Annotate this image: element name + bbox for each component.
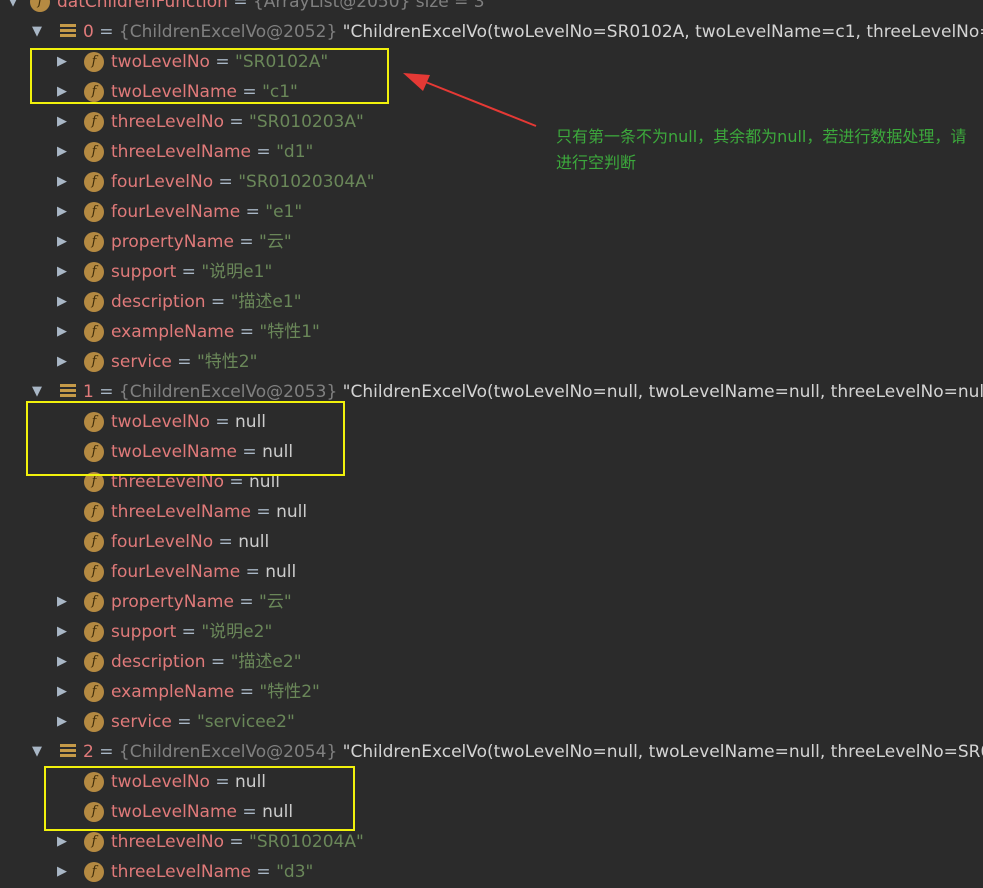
annotation-note: 只有第一条不为null，其余都为null，若进行数据处理，请进行空判断 xyxy=(556,127,967,172)
